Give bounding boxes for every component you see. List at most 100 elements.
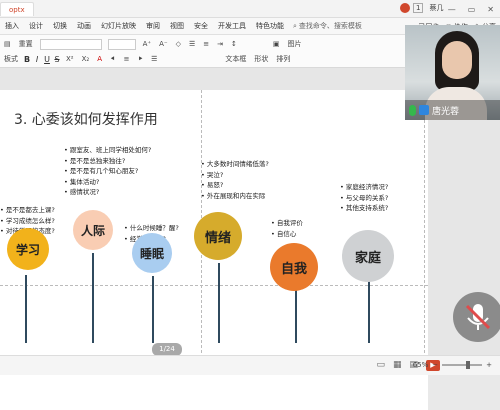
tree-trunk xyxy=(218,263,220,343)
list-item: 是不是都去上课? xyxy=(0,205,55,216)
list-item: 易怒? xyxy=(201,180,269,191)
subscript-icon[interactable]: X₂ xyxy=(78,55,94,63)
status-bar: ▭ ▦ ▤ ▶ 65% − + xyxy=(0,355,500,375)
user-icon xyxy=(419,105,429,115)
align-center-icon[interactable]: ≡ xyxy=(120,55,134,63)
guide-line xyxy=(424,90,425,358)
tree-trunk xyxy=(152,276,154,343)
participant-video[interactable]: 唐光蓉 xyxy=(405,25,500,120)
justify-icon[interactable]: ☰ xyxy=(147,55,161,63)
list-item: 是不是有几个知心朋友? xyxy=(64,166,151,177)
bold-button[interactable]: B xyxy=(22,55,32,64)
zoom-control: 65% − + xyxy=(413,361,492,369)
font-shrink-icon[interactable]: A⁻ xyxy=(155,40,171,48)
zoom-level: 65% xyxy=(412,361,429,369)
menu-item-design[interactable]: 设计 xyxy=(24,21,48,31)
list-item: 集体活动? xyxy=(64,177,151,188)
strike-button[interactable]: S xyxy=(52,55,62,64)
menu-item-animation[interactable]: 动画 xyxy=(72,21,96,31)
close-icon[interactable]: ✕ xyxy=(481,5,500,14)
align-right-icon[interactable]: ⯈ xyxy=(134,55,148,64)
menu-item-security[interactable]: 安全 xyxy=(189,21,213,31)
align-left-icon[interactable]: ⯇ xyxy=(106,55,120,64)
list-item: 与父母的关系? xyxy=(340,193,388,204)
bullet-list-icon[interactable]: ☰ xyxy=(185,40,199,48)
menu-item-insert[interactable]: 插入 xyxy=(0,21,24,31)
circle-label: 学习 xyxy=(15,242,40,257)
circle-self[interactable]: 自我 xyxy=(270,243,318,291)
menu-item-review[interactable]: 审阅 xyxy=(141,21,165,31)
picture-icon[interactable]: ▣ xyxy=(269,40,284,48)
avatar xyxy=(400,3,410,13)
maximize-icon[interactable]: ▭ xyxy=(462,5,482,14)
title-bar: optx 1 蔡几 — ▭ ✕ xyxy=(0,0,500,18)
menu-item-transition[interactable]: 切换 xyxy=(48,21,72,31)
command-search-text: 查找命令、搜索模板 xyxy=(298,22,362,30)
participant-name: 唐光蓉 xyxy=(432,106,460,117)
window-controls: — ▭ ✕ xyxy=(442,0,500,18)
menu-item-features[interactable]: 特色功能 xyxy=(251,21,289,31)
zoom-out-icon[interactable]: − xyxy=(432,361,438,369)
guide-line xyxy=(0,285,428,286)
slide-sorter-icon[interactable]: ▦ xyxy=(393,360,402,371)
slide-title[interactable]: 3. 心委该如何发挥作用 xyxy=(14,109,158,129)
ribbon-row-2: 板式 B I U S X² X₂ A ⯇ ≡ ⯈ ☰ 文本框 形状 排列 xyxy=(0,52,294,66)
zoom-slider[interactable] xyxy=(442,361,483,369)
list-item: 是不是总独来独往? xyxy=(64,156,151,167)
list-item: 感情状况? xyxy=(64,187,151,198)
participant-label: 唐光蓉 xyxy=(405,100,500,120)
bullets-relations[interactable]: 跟室友、班上同学相处如何? 是不是总独来独往? 是不是有几个知心朋友? 集体活动… xyxy=(64,145,151,198)
circle-label: 人际 xyxy=(80,223,105,238)
list-item: 哭泣? xyxy=(201,170,269,181)
participant-face xyxy=(442,41,472,79)
circle-label: 睡眠 xyxy=(139,246,164,261)
list-item: 大多数时间情绪低落? xyxy=(201,159,269,170)
indent-icon[interactable]: ⇥ xyxy=(213,40,227,48)
bullets-emotion[interactable]: 大多数时间情绪低落? 哭泣? 易怒? 外在展现和内在实际 xyxy=(201,159,269,201)
menu-item-developer[interactable]: 开发工具 xyxy=(213,21,251,31)
zoom-in-icon[interactable]: + xyxy=(486,361,492,369)
underline-button[interactable]: U xyxy=(42,55,52,64)
clear-format-icon[interactable]: ◇ xyxy=(172,40,185,48)
command-search[interactable]: ⌕ 查找命令、搜索模板 xyxy=(293,21,362,31)
font-grow-icon[interactable]: A⁺ xyxy=(139,40,155,48)
normal-view-icon[interactable]: ▭ xyxy=(376,360,385,371)
textbox-button[interactable]: 文本框 xyxy=(221,54,250,64)
minimize-icon[interactable]: — xyxy=(442,5,462,14)
circle-emotion[interactable]: 情绪 xyxy=(194,212,242,260)
picture-button[interactable]: 图片 xyxy=(284,39,306,49)
font-color-icon[interactable]: A xyxy=(93,55,106,63)
line-spacing-icon[interactable]: ↕ xyxy=(227,40,241,48)
circle-label: 情绪 xyxy=(204,230,231,246)
italic-button[interactable]: I xyxy=(32,55,42,64)
superscript-icon[interactable]: X² xyxy=(62,55,78,63)
list-item: 自我评价 xyxy=(271,218,303,229)
clipboard-icon[interactable]: ▤ xyxy=(0,40,15,48)
bullets-self[interactable]: 自我评价 自信心 xyxy=(271,218,303,239)
circle-sleep[interactable]: 睡眠 xyxy=(132,233,172,273)
circle-label: 自我 xyxy=(280,261,307,277)
list-item: 跟室友、班上同学相处如何? xyxy=(64,145,151,156)
circle-relations[interactable]: 人际 xyxy=(73,210,113,250)
circle-label: 家庭 xyxy=(354,250,381,266)
bullets-family[interactable]: 家庭经济情况? 与父母的关系? 其他支持系统? xyxy=(340,182,388,214)
circle-family[interactable]: 家庭 xyxy=(342,230,394,282)
page-count-badge: 1 xyxy=(413,3,424,13)
font-family-select[interactable] xyxy=(39,38,102,50)
numbered-list-icon[interactable]: ≡ xyxy=(199,40,213,48)
shape-button[interactable]: 形状 xyxy=(250,54,272,64)
circle-study[interactable]: 学习 xyxy=(7,228,49,270)
layout-button[interactable]: 板式 xyxy=(0,54,22,64)
list-item: 学习成绩怎么样? xyxy=(0,216,55,227)
font-size-select[interactable] xyxy=(107,38,136,50)
reset-button[interactable]: 重置 xyxy=(15,39,37,49)
document-tab[interactable]: optx xyxy=(0,2,34,16)
zoom-slider-knob[interactable] xyxy=(466,361,471,369)
arrange-button[interactable]: 排列 xyxy=(272,54,294,64)
mic-off-button[interactable] xyxy=(453,292,500,342)
menu-item-slideshow[interactable]: 幻灯片放映 xyxy=(96,21,141,31)
menu-item-view[interactable]: 视图 xyxy=(165,21,189,31)
account-area[interactable]: 1 蔡几 xyxy=(400,3,443,13)
ribbon-row-1: ▤ 重置 A⁺ A⁻ ◇ ☰ ≡ ⇥ ↕ ▣ 图片 xyxy=(0,37,306,51)
list-item: 自信心 xyxy=(271,229,303,240)
